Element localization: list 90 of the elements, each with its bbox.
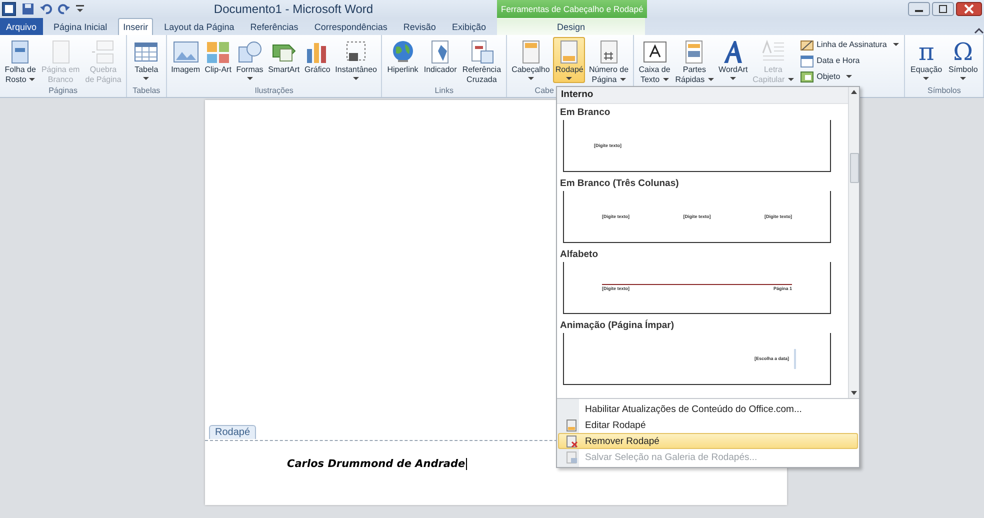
- group-label: Páginas: [48, 86, 78, 95]
- ribbon-tab[interactable]: Correspondências: [309, 18, 392, 35]
- ribbon-button[interactable]: Tabela: [131, 37, 162, 83]
- ribbon-tab[interactable]: Referências: [245, 18, 304, 35]
- gallery-item-title: Em Branco (Três Colunas): [559, 177, 680, 191]
- window-title: Documento1 - Microsoft Word: [212, 2, 374, 16]
- ribbon-button[interactable]: WordArt: [716, 37, 750, 83]
- ribbon-button[interactable]: Rodapé: [553, 37, 586, 83]
- ribbon-button[interactable]: SmartArt: [266, 37, 302, 83]
- redo-icon: [58, 3, 70, 15]
- caret-icon: [566, 77, 572, 80]
- gallery-item-title: Alfabeto: [559, 248, 599, 262]
- ribbon-button[interactable]: Formas: [234, 37, 266, 83]
- gallery-heading: Interno: [557, 87, 848, 104]
- group-label: Ilustrações: [254, 86, 294, 95]
- clip-art-icon: [205, 39, 232, 65]
- restore-icon: [932, 2, 954, 16]
- group-label: Links: [434, 86, 454, 95]
- ribbon-button[interactable]: Cabeçalho: [510, 37, 552, 83]
- page-break-icon: [90, 39, 116, 65]
- symbol-glyph-icon: π: [918, 39, 934, 65]
- ribbon-button[interactable]: Indicador: [422, 37, 459, 83]
- signature-line-icon: [800, 38, 814, 52]
- word-logo-icon: [2, 2, 16, 16]
- ribbon-button[interactable]: Ω Símbolo: [946, 37, 980, 83]
- ribbon-button[interactable]: Caixa de Texto: [636, 37, 672, 83]
- ribbon-button[interactable]: π Equação: [908, 37, 944, 83]
- scroll-down-icon: [850, 389, 858, 397]
- shapes-icon: [236, 39, 263, 65]
- scrollbar-thumb[interactable]: [850, 152, 858, 182]
- gallery-item-title: Em Branco: [559, 106, 612, 120]
- caret-icon: [662, 78, 669, 82]
- footer-text: Carlos Drummond de Andrade: [287, 458, 468, 470]
- ribbon-tab[interactable]: Layout da Página: [159, 18, 240, 35]
- contextual-tab-group-label: Ferramentas de Cabeçalho e Rodapé: [497, 0, 648, 18]
- page-save-icon: [564, 450, 578, 464]
- ribbon-button[interactable]: Objeto: [796, 69, 902, 84]
- menu-item[interactable]: Editar Rodapé: [558, 417, 858, 433]
- page-icon: [564, 418, 578, 432]
- menu-item[interactable]: Remover Rodapé: [558, 433, 858, 449]
- ribbon-button[interactable]: Data e Hora: [796, 53, 902, 68]
- cross-reference-icon: [468, 39, 495, 65]
- group-label: Cabe: [534, 86, 554, 95]
- caret-icon: [246, 77, 253, 80]
- ribbon-button[interactable]: Número de Página: [586, 37, 631, 83]
- ribbon-button[interactable]: Folha de Rosto: [2, 37, 38, 83]
- caret-icon: [730, 77, 736, 80]
- ribbon-tab[interactable]: Design: [497, 18, 645, 35]
- collapse-ribbon-icon: [974, 27, 984, 35]
- caret-icon: [29, 78, 36, 82]
- ribbon-button[interactable]: Partes Rápidas: [673, 37, 716, 83]
- page-delete-icon: [564, 434, 578, 448]
- caret-icon: [620, 78, 626, 82]
- picture-icon: [172, 39, 199, 65]
- group-label: Tabelas: [132, 86, 160, 95]
- ribbon-tab[interactable]: Revisão: [398, 18, 441, 35]
- ribbon-button[interactable]: Instantâneo: [333, 37, 379, 83]
- ribbon-button[interactable]: Hiperlink: [385, 37, 420, 83]
- ribbon-button[interactable]: Referência Cruzada: [460, 37, 504, 83]
- group-label: Símbolos: [927, 86, 961, 95]
- close-icon: [956, 2, 982, 16]
- ribbon-tab[interactable]: Arquivo: [0, 18, 43, 35]
- caret-icon: [846, 75, 852, 78]
- calendar-icon: [800, 54, 814, 68]
- caret-icon: [143, 77, 150, 80]
- ribbon-button[interactable]: Clip-Art: [202, 37, 234, 83]
- gallery-item-title: Animação (Página Ímpar): [559, 318, 676, 333]
- ribbon-tab[interactable]: Exibição: [446, 18, 491, 35]
- undo-icon: [40, 3, 52, 15]
- caret-icon: [892, 43, 899, 46]
- symbol-glyph-icon: Ω: [953, 39, 974, 65]
- text-box-icon: [642, 39, 668, 65]
- caret-icon: [528, 77, 534, 80]
- ribbon-button[interactable]: Imagem: [169, 37, 202, 83]
- minimize-icon: [908, 2, 930, 16]
- menu-item[interactable]: Habilitar Atualizações de Conteúdo do Office.com...: [558, 401, 858, 417]
- ribbon-button[interactable]: Gráfico: [302, 37, 332, 83]
- caret-icon: [960, 77, 966, 80]
- ribbon-button[interactable]: Linha de Assinatura: [796, 37, 902, 52]
- caret-icon: [788, 78, 794, 82]
- scroll-up-icon: [850, 88, 858, 96]
- object-icon: [800, 70, 814, 84]
- caret-icon: [353, 77, 360, 80]
- caret-icon: [708, 78, 714, 82]
- footer-label: Rodapé: [209, 425, 256, 439]
- caret-icon: [923, 77, 930, 80]
- ribbon-tab[interactable]: Página Inicial: [48, 18, 112, 35]
- save-icon: [22, 3, 34, 15]
- customize-caret-icon: [76, 5, 84, 13]
- ribbon-tab[interactable]: Inserir: [118, 18, 154, 35]
